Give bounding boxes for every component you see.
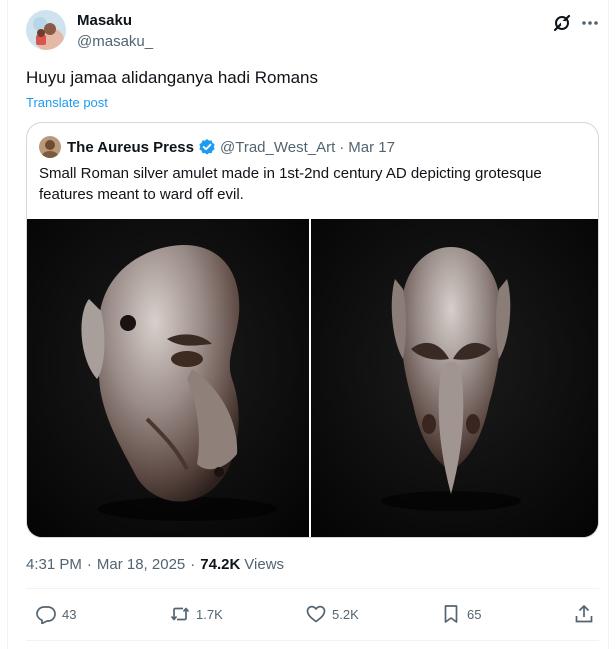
bookmark-count: 65 xyxy=(467,606,482,622)
bookmark-icon xyxy=(444,605,458,623)
like-button[interactable]: 5.2K xyxy=(306,604,359,624)
quote-text: Small Roman silver amulet made in 1st-2n… xyxy=(39,165,542,203)
views-label: Views xyxy=(244,556,285,573)
tweet-text: Huyu jamaa alidanganya hadi Romans xyxy=(26,68,319,87)
author-name[interactable]: Masaku xyxy=(77,12,132,29)
reply-icon xyxy=(36,606,56,624)
tweet-meta: 4:31 PM · Mar 18, 2025 · 74.2K Views xyxy=(26,556,284,573)
quote-date[interactable]: Mar 17 xyxy=(348,139,395,156)
tweet-date[interactable]: Mar 18, 2025 xyxy=(97,556,185,573)
views-count: 74.2K xyxy=(200,556,241,573)
divider-bottom xyxy=(26,640,599,641)
action-bar: 43 1.7K 5.2K 65 xyxy=(26,604,599,628)
quoted-tweet-card[interactable]: The Aureus Press @Trad_West_Art · Mar 17… xyxy=(26,122,599,538)
quote-author-handle[interactable]: @Trad_West_Art xyxy=(220,139,335,156)
meta-separator-2: · xyxy=(190,556,196,573)
author-avatar[interactable] xyxy=(26,10,66,50)
share-button[interactable] xyxy=(574,604,600,624)
like-count: 5.2K xyxy=(332,606,359,622)
grok-icon[interactable] xyxy=(552,13,572,33)
quote-author-name[interactable]: The Aureus Press xyxy=(67,139,194,156)
tweet-container: Masaku @masaku_ Huyu jamaa alidanganya h… xyxy=(7,0,609,649)
share-icon xyxy=(575,605,593,623)
reply-button[interactable]: 43 xyxy=(36,604,76,624)
more-icon[interactable] xyxy=(580,13,600,33)
repost-button[interactable]: 1.7K xyxy=(170,604,223,624)
heart-icon xyxy=(306,605,326,623)
divider xyxy=(26,588,599,589)
reply-count: 43 xyxy=(62,606,77,622)
meta-separator: · xyxy=(86,556,92,573)
quote-author-avatar[interactable] xyxy=(39,136,61,158)
author-handle[interactable]: @masaku_ xyxy=(77,33,153,50)
repost-icon xyxy=(170,607,190,621)
tweet-time[interactable]: 4:31 PM xyxy=(26,556,82,573)
repost-count: 1.7K xyxy=(196,606,223,622)
amulet-front-view-image[interactable] xyxy=(311,219,598,537)
amulet-side-view-image[interactable] xyxy=(27,219,309,537)
translate-post-link[interactable]: Translate post xyxy=(26,95,108,110)
quote-separator: · xyxy=(339,138,345,156)
quote-header: The Aureus Press @Trad_West_Art · Mar 17 xyxy=(67,138,395,156)
bookmark-button[interactable]: 65 xyxy=(441,604,481,624)
verified-badge-icon xyxy=(198,138,216,156)
